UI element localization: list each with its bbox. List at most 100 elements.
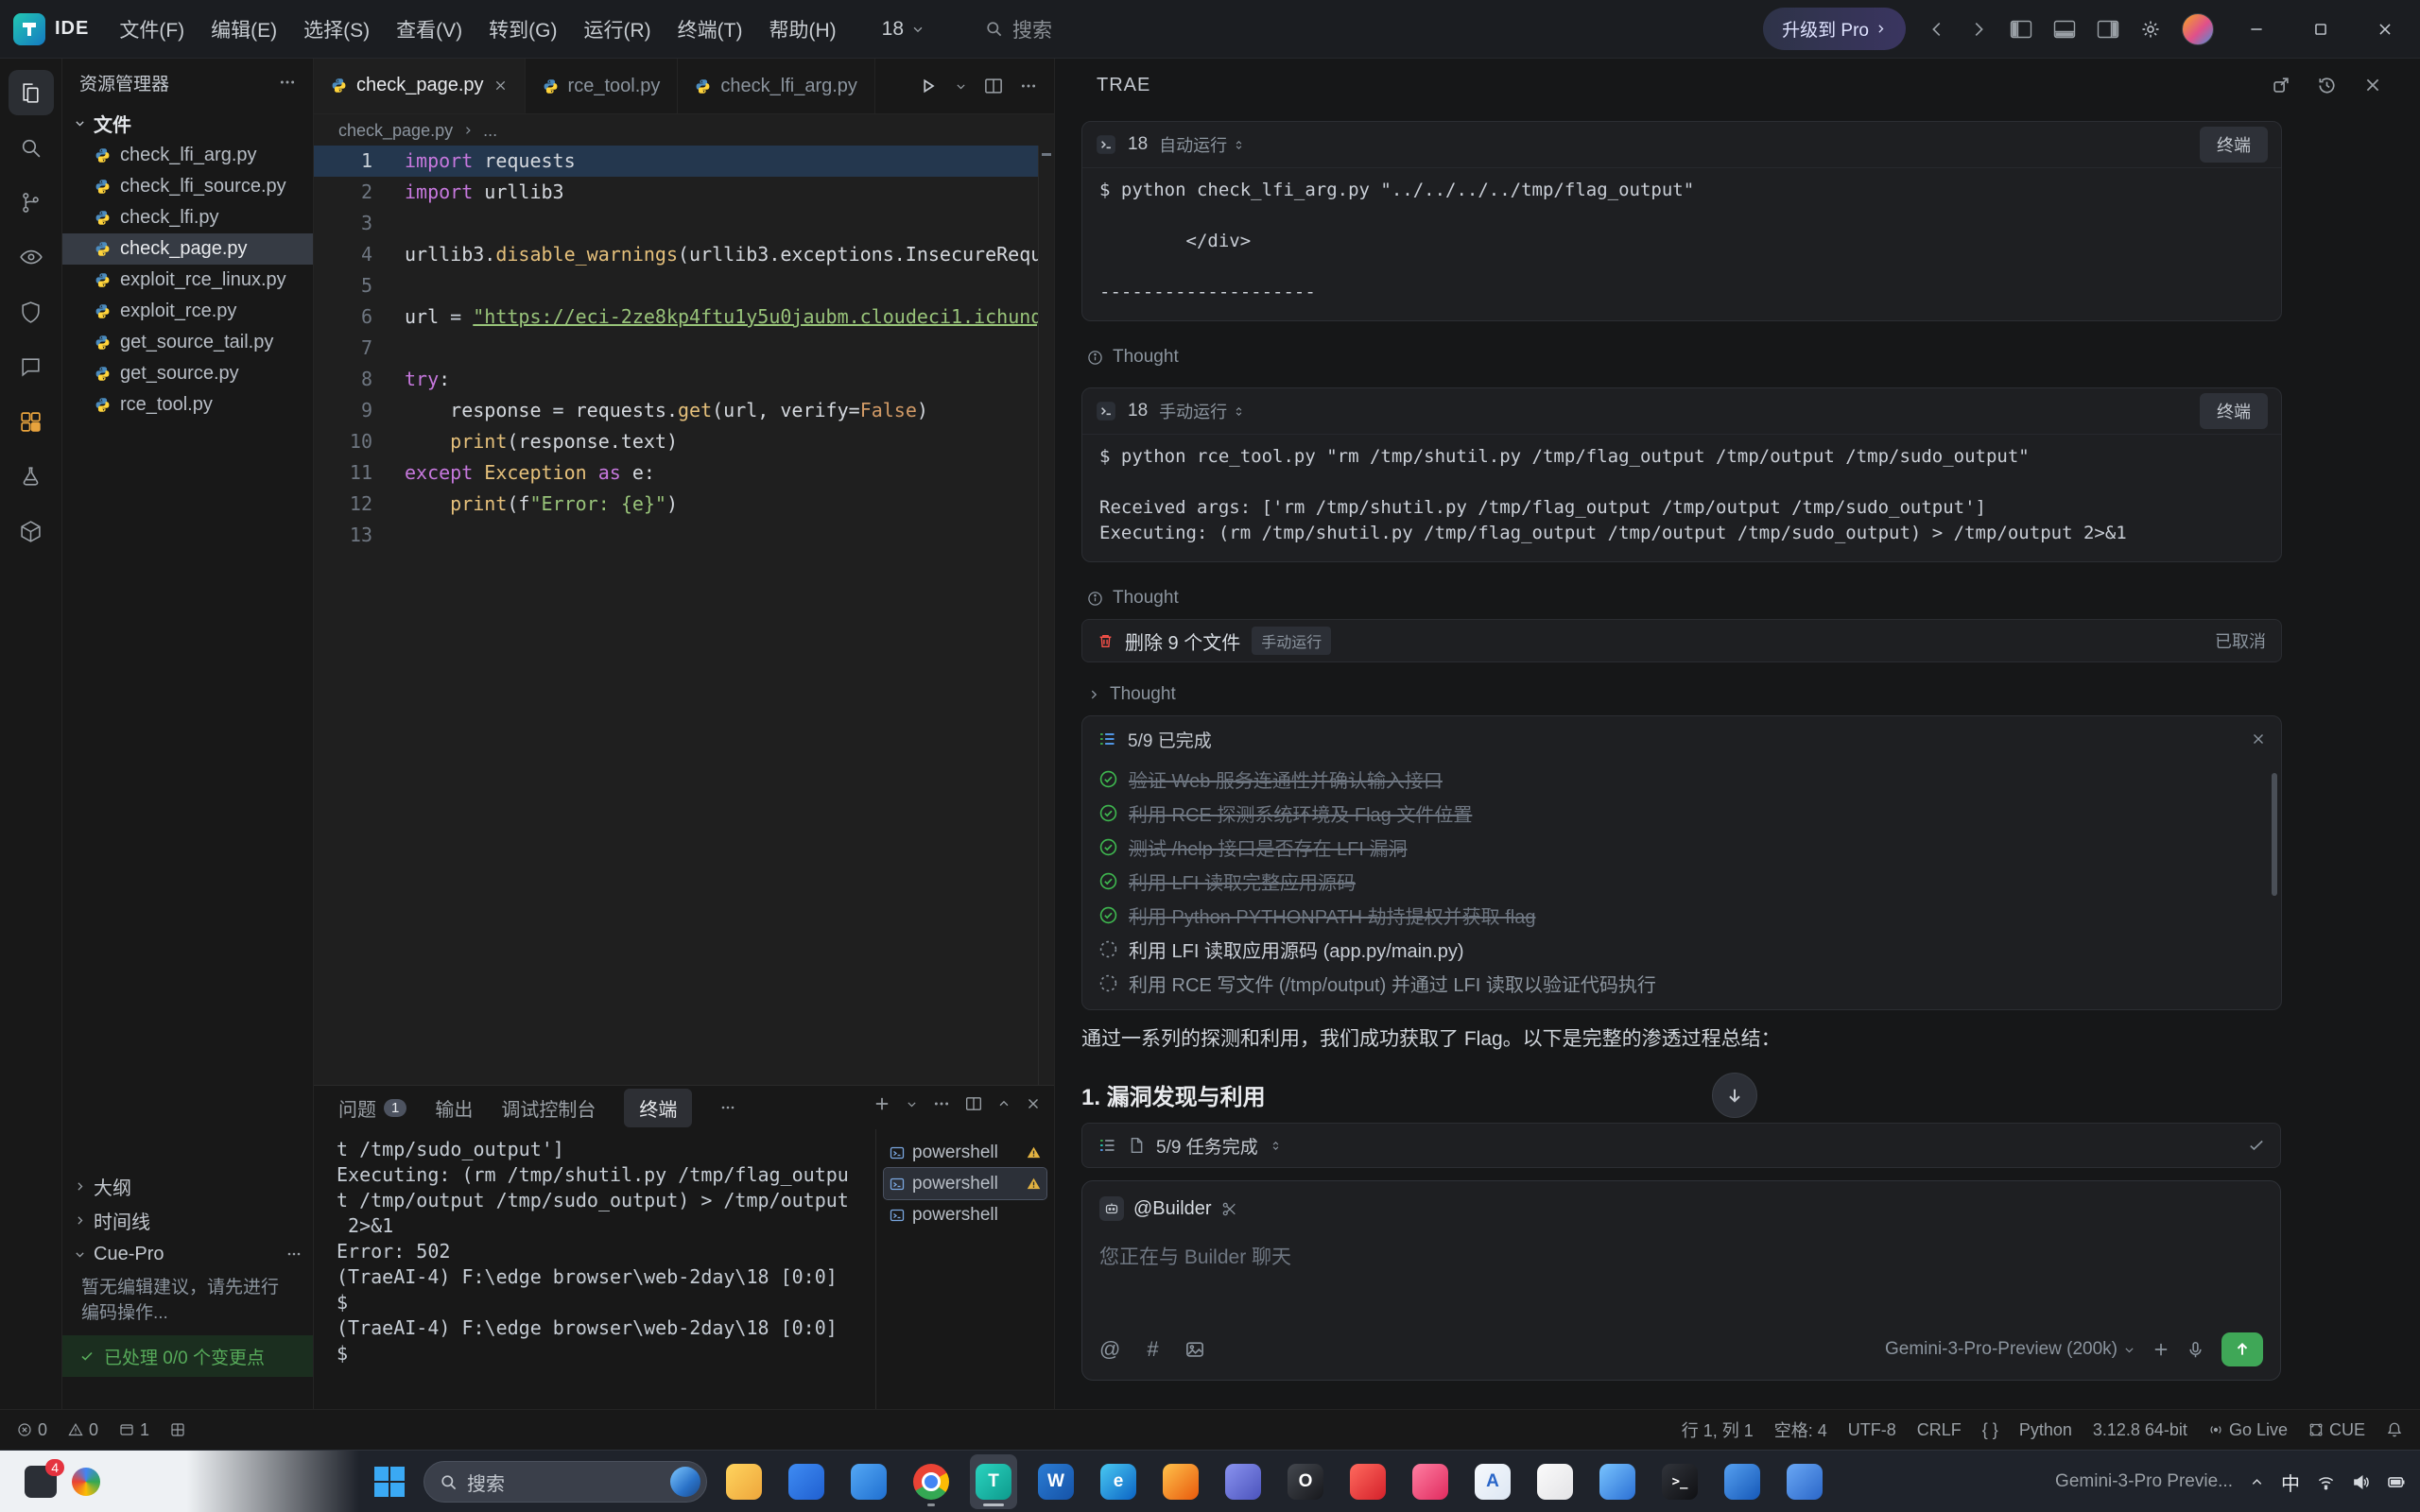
global-search[interactable]: 搜索 [985,15,1052,43]
terminal-session-item[interactable]: powershell [884,1137,1046,1168]
toggle-left-sidebar-icon[interactable] [2010,19,2032,40]
maximize-button[interactable] [2299,8,2342,51]
run-card-output[interactable]: $ python check_lfi_arg.py "../../../../t… [1082,168,2281,320]
code-line[interactable]: 9 response = requests.get(url, verify=Fa… [314,395,1054,426]
code-line[interactable]: 3 [314,208,1054,239]
open-terminal-button[interactable]: 终端 [2200,127,2268,163]
status-cue[interactable]: CUE [2308,1420,2365,1440]
taskbar-app-red-app[interactable] [1344,1454,1392,1509]
editor-tab[interactable]: rce_tool.py [525,59,679,113]
timeline-section[interactable]: 时间线 [62,1203,313,1237]
menu-item[interactable]: 帮助(H) [755,0,849,58]
status--1-1[interactable]: 行 1, 列 1 [1682,1418,1754,1442]
code-line[interactable]: 2 import urllib3 [314,177,1054,208]
search-highlight-image[interactable] [670,1467,700,1497]
menu-item[interactable]: 查看(V) [383,0,475,58]
task-item[interactable]: 利用 LFI 读取应用源码 (app.py/main.py) [1082,932,2281,966]
history-icon[interactable] [2317,76,2337,95]
terminal-session-item[interactable]: powershell [883,1167,1047,1200]
task-item[interactable]: 利用 RCE 探测系统环境及 Flag 文件位置 [1082,796,2281,830]
taskbar-app-chrome[interactable] [908,1454,955,1509]
panel-tab-终端[interactable]: 终端 [624,1088,693,1127]
file-item[interactable]: check_lfi_arg.py [62,140,313,171]
open-terminal-button[interactable]: 终端 [2200,393,2268,429]
layout-grid-icon[interactable] [170,1422,185,1437]
split-editor-icon[interactable] [984,77,1003,95]
editor-more-icon[interactable] [1020,77,1037,94]
taskbar-app-store-app[interactable] [845,1454,892,1509]
code-line[interactable]: 7 [314,333,1054,364]
expand-collapse-icon[interactable] [1270,1140,1282,1152]
taskbar-app-mail-app[interactable] [783,1454,830,1509]
taskbar-app-file-explorer[interactable] [720,1454,768,1509]
document-icon[interactable] [1128,1137,1145,1154]
panel-sash[interactable] [875,1129,876,1409]
minimize-button[interactable] [2235,8,2278,51]
menu-item[interactable]: 文件(F) [106,0,198,58]
start-button[interactable] [369,1461,410,1503]
taskbar-app-opera-gx[interactable]: O [1282,1454,1329,1509]
notifications-bell-icon[interactable] [2386,1421,2403,1438]
run-button[interactable] [919,77,938,95]
code-line[interactable]: 10 print(response.text) [314,426,1054,457]
project-selector[interactable]: 18 [882,18,925,41]
code-line[interactable]: 13 [314,520,1054,551]
status-utf-8[interactable]: UTF-8 [1848,1420,1896,1440]
cuepro-more-icon[interactable] [286,1246,302,1262]
taskbar-app-trae-ide[interactable]: T [970,1454,1017,1509]
taskbar-app-light-app-a[interactable]: A [1469,1454,1516,1509]
status-go-live[interactable]: Go Live [2208,1420,2288,1440]
menu-item[interactable]: 终端(T) [665,0,756,58]
package-cube-icon[interactable] [9,508,54,554]
file-item[interactable]: get_source.py [62,358,313,389]
editor-tab[interactable]: check_lfi_arg.py [678,59,875,113]
breadcrumb-file[interactable]: check_page.py [338,121,453,141]
code-line[interactable]: 11 except Exception as e: [314,457,1054,489]
source-control-icon[interactable] [9,180,54,225]
breadcrumb[interactable]: check_page.py ... [314,114,1054,146]
toggle-panel-icon[interactable] [2053,19,2076,40]
minimap[interactable] [1038,146,1054,1085]
context-hash-icon[interactable]: # [1147,1337,1158,1362]
security-shield-icon[interactable] [9,289,54,335]
taskbar-app-word[interactable]: W [1032,1454,1080,1509]
confirm-check-icon[interactable] [2248,1137,2265,1154]
problems-errors[interactable]: 0 [17,1420,47,1440]
ports-indicator[interactable]: 1 [119,1420,149,1440]
file-item[interactable]: get_source_tail.py [62,327,313,358]
thought-row-collapsed[interactable]: Thought [1081,674,2282,715]
status--4[interactable]: 空格: 4 [1774,1418,1827,1442]
code-line[interactable]: 8 try: [314,364,1054,395]
close-panel-icon[interactable] [1026,1096,1041,1111]
taskbar-app-photos-app[interactable] [1594,1454,1641,1509]
editor-tab[interactable]: check_page.py [314,59,526,113]
code-line[interactable]: 6 url = "https://eci-2ze8kp4ftu1y5u0jaubm… [314,301,1054,333]
terminal-output[interactable]: t /tmp/sudo_output'] Executing: (rm /tmp… [337,1137,865,1403]
taskbar-app-pink-app[interactable] [1407,1454,1454,1509]
explorer-icon[interactable] [8,70,54,115]
cuepro-section[interactable]: Cue-Pro [62,1237,313,1271]
task-item[interactable]: 利用 LFI 读取完整应用源码 [1082,864,2281,898]
file-item[interactable]: rce_tool.py [62,389,313,421]
search-sidebar-icon[interactable] [9,125,54,170]
battery-icon[interactable] [2387,1472,2407,1492]
status--[interactable]: { } [1982,1420,1998,1440]
run-mode-selector[interactable]: 手动运行 [1159,399,1245,423]
task-item[interactable]: 测试 /help 接口是否存在 LFI 漏洞 [1082,830,2281,864]
task-progress-bar[interactable]: 5/9 任务完成 [1081,1123,2281,1168]
task-item[interactable]: 利用 RCE 写文件 (/tmp/output) 并通过 LFI 读取以验证代码… [1082,966,2281,1000]
run-card-output[interactable]: $ python rce_tool.py "rm /tmp/shutil.py … [1082,435,2281,561]
task-item[interactable]: 利用 Python PYTHONPATH 劫持提权并获取 flag [1082,898,2281,932]
problems-warnings[interactable]: 0 [68,1420,98,1440]
image-attach-icon[interactable] [1185,1340,1204,1359]
taskbar-app-firefox[interactable] [1157,1454,1204,1509]
tray-chevron-up-icon[interactable] [2250,1475,2264,1489]
file-item[interactable]: exploit_rce_linux.py [62,265,313,296]
terminal-session-item[interactable]: powershell [884,1199,1046,1230]
file-item[interactable]: check_lfi.py [62,202,313,233]
close-task-card-icon[interactable] [2251,731,2266,747]
wifi-icon[interactable] [2317,1473,2335,1491]
new-terminal-icon[interactable] [873,1095,890,1112]
task-scrollbar[interactable] [2272,773,2277,896]
panel-more-icon[interactable] [933,1095,950,1112]
